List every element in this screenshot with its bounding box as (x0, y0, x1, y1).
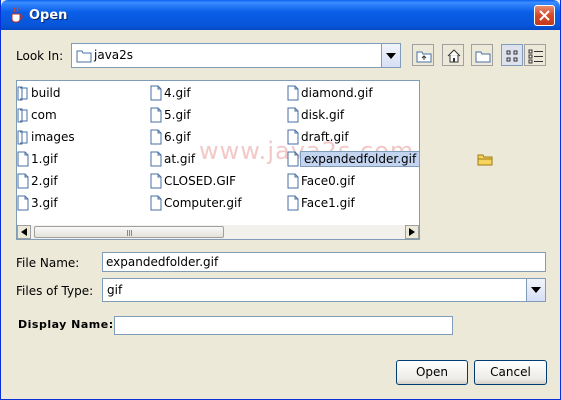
file-list-item[interactable]: images (17, 128, 147, 146)
folder-icon (17, 130, 28, 145)
chevron-left-icon (21, 228, 27, 236)
close-button[interactable] (534, 5, 555, 26)
file-name: expandedfolder.gif (300, 151, 419, 167)
file-icon (17, 173, 29, 189)
look-in-combo[interactable]: java2s (71, 43, 401, 68)
file-list-item[interactable]: 2.gif (17, 172, 147, 190)
file-name: 6.gif (164, 130, 191, 144)
file-list-item[interactable]: 4.gif (150, 84, 280, 102)
file-name: diamond.gif (301, 86, 373, 100)
file-name: com (31, 108, 57, 122)
file-list-item[interactable]: expandedfolder.gif (287, 150, 419, 168)
files-of-type-combo[interactable]: gif (102, 278, 546, 302)
file-list-item[interactable]: at.gif (150, 150, 280, 168)
file-icon (287, 195, 299, 211)
home-button[interactable] (442, 44, 464, 66)
file-icon (17, 151, 29, 167)
file-icon (150, 195, 162, 211)
file-list-item[interactable]: diamond.gif (287, 84, 417, 102)
scroll-left-button[interactable] (17, 225, 31, 239)
file-name: at.gif (164, 152, 196, 166)
scroll-thumb[interactable] (34, 226, 224, 238)
file-name: 2.gif (31, 174, 58, 188)
file-icon (150, 129, 162, 145)
folder-up-icon (416, 51, 432, 63)
folder-icon (17, 108, 28, 123)
file-list-item[interactable]: CLOSED.GIF (150, 172, 280, 190)
file-list-item[interactable]: Computer.gif (150, 194, 280, 212)
close-icon (539, 10, 550, 21)
file-list[interactable]: www.java2s.com buildcomimages1.gif2.gif3… (16, 80, 420, 240)
file-icon (150, 85, 162, 101)
file-icon (287, 173, 299, 189)
window-title: Open (29, 8, 68, 23)
look-in-value: java2s (94, 48, 134, 62)
new-folder-button[interactable] (471, 44, 493, 66)
list-view-icon (506, 50, 518, 62)
file-icon (287, 151, 299, 167)
files-of-type-value: gif (107, 283, 123, 297)
file-icon (150, 107, 162, 123)
file-name: 4.gif (164, 86, 191, 100)
details-view-button[interactable] (524, 44, 546, 66)
folder-accessory-icon (477, 154, 493, 166)
details-view-icon (528, 49, 543, 64)
file-name: Face0.gif (301, 174, 355, 188)
file-name: disk.gif (301, 108, 345, 122)
look-in-label-text: Look In: (16, 49, 64, 63)
file-icon (150, 151, 162, 167)
file-name: images (31, 130, 75, 144)
chevron-down-icon (531, 287, 541, 293)
file-name: Face1.gif (301, 196, 355, 210)
folder-icon (76, 50, 92, 63)
folder-icon (17, 86, 28, 101)
file-icon (150, 173, 162, 189)
file-list-item[interactable]: 3.gif (17, 194, 147, 212)
file-name: 3.gif (31, 196, 58, 210)
file-list-item[interactable]: disk.gif (287, 106, 417, 124)
file-icon (287, 129, 299, 145)
file-list-item[interactable]: com (17, 106, 147, 124)
file-name: CLOSED.GIF (164, 174, 237, 188)
display-name-label: Display Name: (18, 318, 114, 331)
files-of-type-dropdown-button[interactable] (526, 279, 545, 301)
new-folder-icon (475, 51, 491, 63)
file-name: 1.gif (31, 152, 58, 166)
file-name-input[interactable]: expandedfolder.gif (102, 252, 546, 272)
file-icon (17, 195, 29, 211)
file-list-item[interactable]: 1.gif (17, 150, 147, 168)
open-dialog: Open Look In: java2s build com images 1.… (0, 0, 561, 400)
display-name-input[interactable] (114, 316, 453, 335)
title-bar[interactable]: Open (1, 0, 560, 30)
file-list-item[interactable]: 5.gif (150, 106, 280, 124)
cancel-button[interactable]: Cancel (474, 360, 547, 385)
chevron-right-icon (409, 228, 415, 236)
horizontal-scrollbar[interactable] (17, 225, 419, 239)
java-cup-icon (11, 6, 23, 23)
file-list-item[interactable]: 6.gif (150, 128, 280, 146)
chevron-down-icon (386, 52, 396, 59)
home-icon (447, 49, 461, 63)
file-name-label: File Name: (16, 256, 80, 270)
file-name: build (31, 86, 61, 100)
file-list-item[interactable]: build (17, 84, 147, 102)
list-view-button[interactable] (501, 44, 523, 66)
open-button[interactable]: Open (396, 360, 468, 385)
file-list-item[interactable]: Face0.gif (287, 172, 417, 190)
file-name: draft.gif (301, 130, 349, 144)
look-in-dropdown-button[interactable] (381, 44, 400, 67)
file-list-item[interactable]: draft.gif (287, 128, 417, 146)
scroll-right-button[interactable] (405, 225, 419, 239)
look-in-label: Look In: (16, 49, 63, 63)
file-icon (287, 107, 299, 123)
file-name: 5.gif (164, 108, 191, 122)
file-list-item[interactable]: Face1.gif (287, 194, 417, 212)
file-name: Computer.gif (164, 196, 242, 210)
file-icon (287, 85, 299, 101)
up-one-level-button[interactable] (412, 44, 434, 66)
files-of-type-label: Files of Type: (16, 284, 94, 298)
